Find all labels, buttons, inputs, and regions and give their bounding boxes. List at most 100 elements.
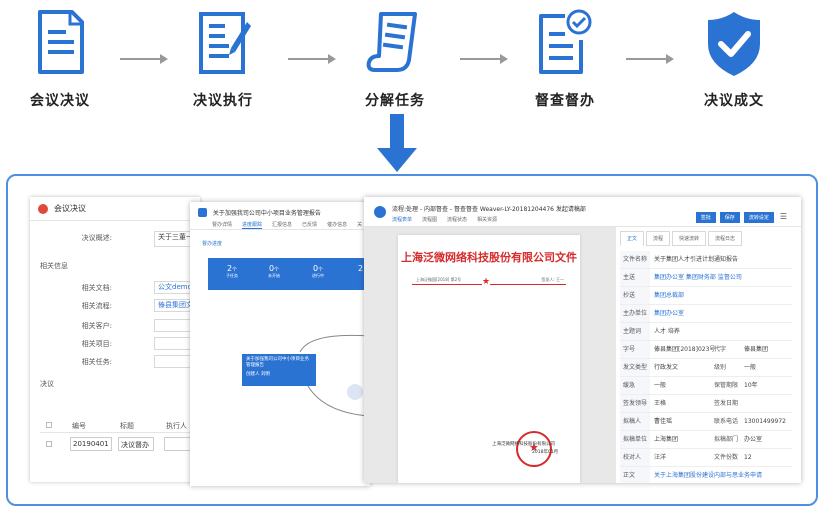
step-label: 会议决议	[30, 93, 90, 109]
form-row: 校对人 汪洋 文件份数 12	[620, 449, 792, 467]
document-date: 2018年01月	[532, 450, 559, 455]
app-icon	[38, 203, 48, 214]
tab-quick-transfer[interactable]: 快速流转	[672, 231, 707, 246]
document-form-panel: 正文 流程 快速流转 流程日志 文件名称 关于集团人才引进计划通知报告 主送 集团办公…	[616, 227, 801, 483]
field-label: 相关项目:	[81, 340, 112, 348]
form-label: 主送	[620, 269, 650, 286]
arrow-right-icon	[626, 54, 674, 64]
field-row: 相关客户:	[30, 319, 200, 333]
tab-form[interactable]: 流程表单	[392, 216, 412, 223]
document-issuer: 签发人: 王一	[541, 277, 564, 282]
form-value: 一般	[744, 364, 757, 371]
stat-not-started: 0个 未开始	[268, 264, 280, 278]
star-icon: ★	[482, 277, 491, 287]
form-value: 10年	[744, 382, 758, 389]
tab-flow-log[interactable]: 流程日志	[708, 231, 743, 246]
transfer-settings-button[interactable]: 流转设定	[743, 212, 774, 223]
step-label: 决议执行	[193, 93, 253, 109]
form-value: 傣县集团[2018]023号	[654, 346, 716, 353]
toolbar: 签批 保存 流转设定 ☰	[695, 212, 789, 223]
document-signature: 上海泛微网络科技股份有限公司	[492, 442, 555, 447]
form-label: 联系电话	[714, 418, 739, 425]
form-row: 拟稿单位 上海集团 拟稿部门 办公室	[620, 431, 792, 449]
node-title: 关于加强我司公司中小项目业务管理报告	[246, 357, 309, 368]
step-meeting-resolution[interactable]: 会议决议	[0, 8, 120, 110]
tab-progress[interactable]: 进度跟踪	[242, 221, 263, 229]
summary-row: 决议概述: 关于三董一	[30, 231, 200, 247]
step-resolution-document[interactable]: 决议成文	[674, 8, 794, 110]
number-field[interactable]: 20190401	[70, 437, 112, 451]
form-value: 办公室	[744, 436, 763, 443]
menu-icon[interactable]: ☰	[778, 212, 789, 223]
form-label: 级别	[714, 364, 727, 371]
column-header: 标题	[120, 422, 134, 430]
section-title: 决议	[40, 380, 54, 388]
task-node[interactable]: 关于加强我司公司中小项目业务管理报告 创建人 刘明	[242, 354, 316, 386]
workflow-title: 流程:处理 - 内部督查 - 督查督查 Weaver-LY-2018120447…	[392, 206, 586, 213]
app-icon	[198, 208, 207, 217]
arrow-right-icon	[460, 54, 508, 64]
document-number: 上海泛微国[2018] 第2号	[416, 277, 462, 282]
form-value: 人才 培养	[654, 328, 680, 335]
document-preview: 上海泛微网络科技股份有限公司文件 上海泛微国[2018] 第2号 签发人: 王一…	[364, 227, 616, 483]
form-label: 签发领导	[620, 395, 650, 412]
section-title: 督办进度	[202, 241, 223, 247]
form-value: 12	[744, 454, 752, 461]
form-row: 主办单位 集团办公室	[620, 305, 792, 323]
tab-urge[interactable]: 催办信息	[327, 221, 347, 229]
table-header: 编号 标题 执行人	[40, 419, 200, 433]
form-value[interactable]: 集团办公室 集团财务部 监督公司	[654, 269, 742, 286]
stat-subtasks: 2个 子任务	[226, 264, 238, 278]
form-value[interactable]: 集团总裁部	[654, 287, 684, 304]
field-label: 相关客户:	[81, 322, 112, 330]
form-value: 曹佳瑶	[654, 418, 673, 425]
step-label: 督查督办	[535, 93, 595, 109]
form-value[interactable]: 集团办公室	[654, 305, 684, 322]
title-field[interactable]: 决议督办	[118, 437, 154, 451]
meeting-resolution-screenshot: 会议决议 决议概述: 关于三董一 相关信息 相关文档: 公文demo回 相关流程…	[30, 197, 200, 482]
step-resolution-execution[interactable]: 决议执行	[163, 8, 283, 110]
node-meta: 创建人 刘明	[246, 372, 270, 377]
document-icon	[38, 10, 84, 74]
tab-flowchart[interactable]: 流程图	[422, 216, 437, 223]
save-button[interactable]: 保存	[719, 212, 740, 223]
tab-status[interactable]: 流程状态	[447, 216, 467, 223]
form-label: 保管期限	[714, 382, 739, 389]
form-value: 上海集团	[654, 436, 679, 443]
tab-related[interactable]: 关	[357, 221, 362, 229]
field-row: 相关流程: 傣县集团文件	[30, 299, 200, 313]
tab-report[interactable]: 汇报信息	[272, 221, 292, 229]
form-header: 会议决议	[30, 197, 200, 221]
field-row: 相关项目:	[30, 337, 200, 351]
form-row: 缓急 一般 保管期限 10年	[620, 377, 792, 395]
step-decompose-task[interactable]: 分解任务	[335, 8, 455, 110]
select-all-checkbox[interactable]	[46, 422, 52, 428]
tab-feedback[interactable]: 已反馈	[302, 221, 317, 229]
tab-detail[interactable]: 督办详情	[212, 221, 232, 229]
form-row: 签发领导 王格 签发日期	[620, 395, 792, 413]
form-value: 王格	[654, 400, 667, 407]
field-label: 相关任务:	[81, 358, 112, 366]
tab-bar: 流程表单 流程图 流程状态 相关资源	[392, 216, 497, 223]
step-label: 决议成文	[704, 93, 764, 109]
row-checkbox[interactable]	[46, 441, 52, 447]
tab-flow[interactable]: 流程	[646, 231, 671, 246]
document-pen-icon	[199, 12, 251, 74]
step-label: 分解任务	[365, 93, 425, 109]
workflow: 会议决议 决议执行 分解任务 督查督办 决议成文	[0, 0, 823, 120]
form-label: 拟稿部门	[714, 436, 739, 443]
section-title: 相关信息	[40, 262, 68, 270]
form-label: 拟稿单位	[620, 431, 650, 448]
tab-resources[interactable]: 相关资源	[477, 216, 497, 223]
workflow-header: 流程:处理 - 内部督查 - 督查督查 Weaver-LY-2018120447…	[364, 197, 801, 227]
step-supervision[interactable]: 督查督办	[505, 8, 625, 110]
stat-in-progress: 0个 进行中	[312, 264, 324, 278]
document-title: 上海泛微网络科技股份有限公司文件	[401, 251, 577, 264]
approve-button[interactable]: 签批	[695, 212, 716, 223]
form-value[interactable]: 关于上海集团股份建设内部与思业务申请	[654, 467, 762, 483]
scroll-icon	[366, 12, 417, 72]
form-row: 发文类型 行政发文 级别 一般	[620, 359, 792, 377]
document-check-icon	[539, 9, 592, 74]
tab-body-text[interactable]: 正文	[620, 231, 645, 246]
form-row: 拟稿人 曹佳瑶 联系电话 13001499972	[620, 413, 792, 431]
